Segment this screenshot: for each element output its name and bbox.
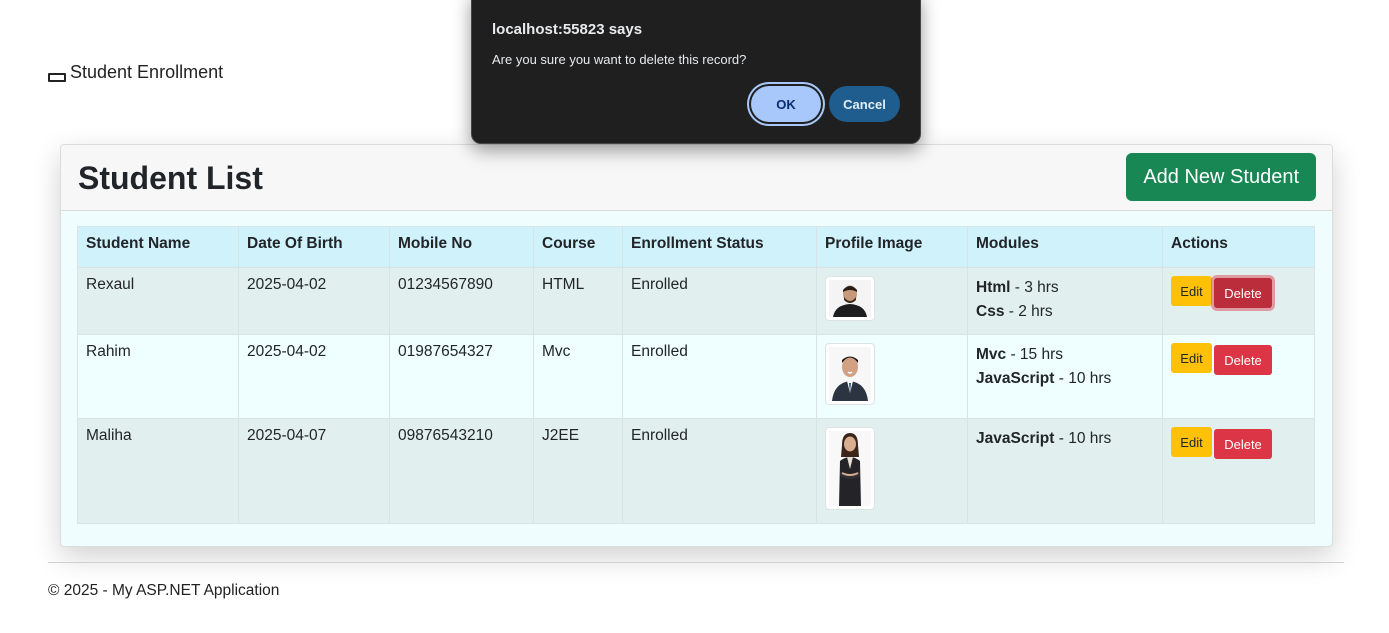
edit-button[interactable]: Edit (1171, 427, 1212, 457)
course: Mvc (533, 334, 623, 419)
students-table: Student Name Date Of Birth Mobile No Cou… (77, 226, 1315, 524)
actions-cell: Edit Delete (1162, 334, 1315, 419)
header-course: Course (533, 226, 623, 268)
mobile-no: 01234567890 (389, 267, 534, 335)
edit-button[interactable]: Edit (1171, 276, 1212, 306)
actions-cell: Edit Delete (1162, 418, 1315, 524)
module-item: Mvc - 15 hrs (976, 346, 1064, 363)
dialog-cancel-button[interactable]: Cancel (829, 86, 900, 122)
dialog-title: localhost:55823 says (492, 21, 643, 38)
date-of-birth: 2025-04-02 (238, 334, 390, 419)
add-new-student-button[interactable]: Add New Student (1126, 153, 1316, 201)
mobile-no: 01987654327 (389, 334, 534, 419)
table-row: Maliha 2025-04-07 09876543210 J2EE Enrol… (77, 418, 1315, 524)
navbar-brand[interactable]: Student Enrollment (48, 62, 223, 83)
header-student-name: Student Name (77, 226, 239, 268)
dialog-ok-button[interactable]: OK (751, 86, 821, 122)
menu-toggle-icon[interactable] (48, 73, 66, 82)
dialog-message: Are you sure you want to delete this rec… (492, 52, 747, 67)
header-mobile-no: Mobile No (389, 226, 534, 268)
header-enrollment-status: Enrollment Status (622, 226, 817, 268)
profile-photo (825, 427, 875, 510)
student-name: Maliha (77, 418, 239, 524)
delete-button[interactable]: Delete (1214, 345, 1272, 375)
student-name: Rexaul (77, 267, 239, 335)
profile-image-cell (816, 267, 968, 335)
module-item: JavaScript - 10 hrs (976, 430, 1112, 447)
brand-label[interactable]: Student Enrollment (70, 62, 223, 83)
table-row: Rexaul 2025-04-02 01234567890 HTML Enrol… (77, 267, 1315, 335)
header-date-of-birth: Date Of Birth (238, 226, 390, 268)
modules-cell: Html - 3 hrs Css - 2 hrs (967, 267, 1163, 335)
confirm-dialog: localhost:55823 says Are you sure you wa… (471, 0, 921, 144)
module-item: JavaScript - 10 hrs (976, 370, 1112, 387)
header-profile-image: Profile Image (816, 226, 968, 268)
edit-button[interactable]: Edit (1171, 343, 1212, 373)
table-row: Rahim 2025-04-02 01987654327 Mvc Enrolle… (77, 334, 1315, 419)
card-header: Student List Add New Student (61, 145, 1332, 211)
footer-text: © 2025 - My ASP.NET Application (48, 582, 280, 599)
module-item: Css - 2 hrs (976, 303, 1053, 320)
date-of-birth: 2025-04-02 (238, 267, 390, 335)
header-actions: Actions (1162, 226, 1315, 268)
header-modules: Modules (967, 226, 1163, 268)
student-list-card: Student List Add New Student Student Nam… (60, 144, 1333, 547)
modules-cell: JavaScript - 10 hrs (967, 418, 1163, 524)
delete-button[interactable]: Delete (1214, 278, 1272, 308)
enrollment-status: Enrolled (622, 267, 817, 335)
actions-cell: Edit Delete (1162, 267, 1315, 335)
module-item: Html - 3 hrs (976, 279, 1059, 296)
profile-photo (825, 343, 875, 405)
course: J2EE (533, 418, 623, 524)
mobile-no: 09876543210 (389, 418, 534, 524)
footer-divider (48, 562, 1344, 563)
page-title: Student List (78, 160, 263, 196)
date-of-birth: 2025-04-07 (238, 418, 390, 524)
table-header-row: Student Name Date Of Birth Mobile No Cou… (77, 226, 1315, 268)
profile-image-cell (816, 418, 968, 524)
profile-photo (825, 276, 875, 321)
course: HTML (533, 267, 623, 335)
delete-button[interactable]: Delete (1214, 429, 1272, 459)
enrollment-status: Enrolled (622, 418, 817, 524)
modules-cell: Mvc - 15 hrs JavaScript - 10 hrs (967, 334, 1163, 419)
enrollment-status: Enrolled (622, 334, 817, 419)
profile-image-cell (816, 334, 968, 419)
student-name: Rahim (77, 334, 239, 419)
